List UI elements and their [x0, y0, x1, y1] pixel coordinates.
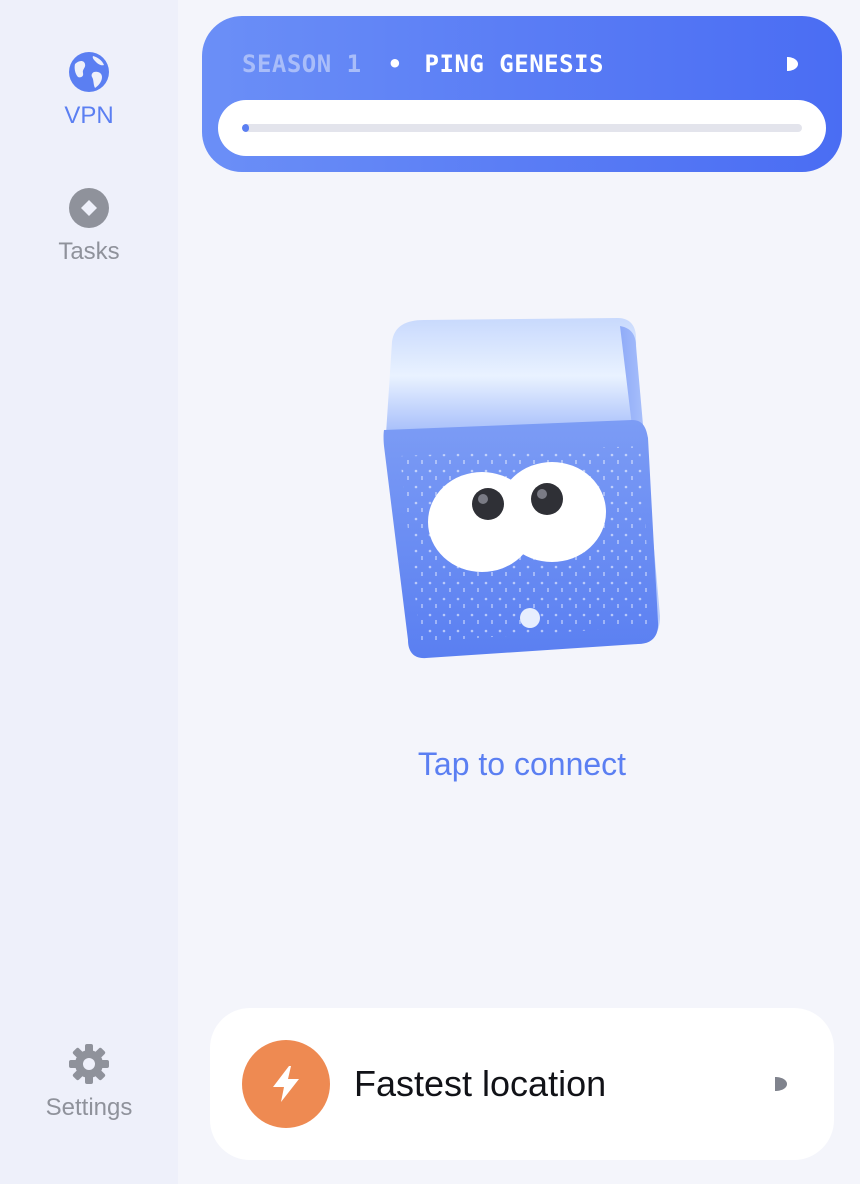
chevron-right-icon[interactable] — [782, 54, 802, 74]
lightning-bolt-icon — [273, 1066, 299, 1102]
tap-to-connect[interactable]: Tap to connect — [202, 744, 842, 784]
sidebar-item-vpn[interactable]: VPN — [0, 50, 178, 130]
diamond-icon — [69, 188, 109, 228]
sidebar-item-label: Settings — [45, 1094, 133, 1121]
sidebar-item-label: Tasks — [58, 238, 120, 265]
location-label: Fastest location — [354, 1063, 607, 1104]
sidebar: VPN Tasks Settings — [0, 0, 178, 1184]
gear-icon — [69, 1044, 109, 1084]
progress-fill — [242, 124, 249, 132]
sidebar-item-settings[interactable]: Settings — [0, 1042, 178, 1122]
cube-mascot-illustration — [383, 318, 660, 659]
season-progress — [218, 100, 826, 156]
progress-track — [242, 124, 802, 132]
season-header: SEASON 1 • PING GENESIS — [242, 50, 802, 78]
season-banner[interactable]: SEASON 1 • PING GENESIS — [202, 16, 842, 172]
location-icon-badge — [242, 1040, 330, 1128]
sidebar-item-tasks[interactable]: Tasks — [0, 186, 178, 266]
chevron-right-icon[interactable] — [772, 1074, 790, 1094]
location-selector[interactable]: Fastest location — [210, 1008, 834, 1160]
season-label: SEASON 1 — [242, 50, 362, 78]
separator-dot: • — [387, 50, 403, 78]
season-name: PING GENESIS — [424, 50, 604, 78]
sidebar-item-label: VPN — [64, 102, 114, 129]
globe-icon — [69, 52, 109, 92]
cube-mascot[interactable] — [370, 306, 670, 676]
